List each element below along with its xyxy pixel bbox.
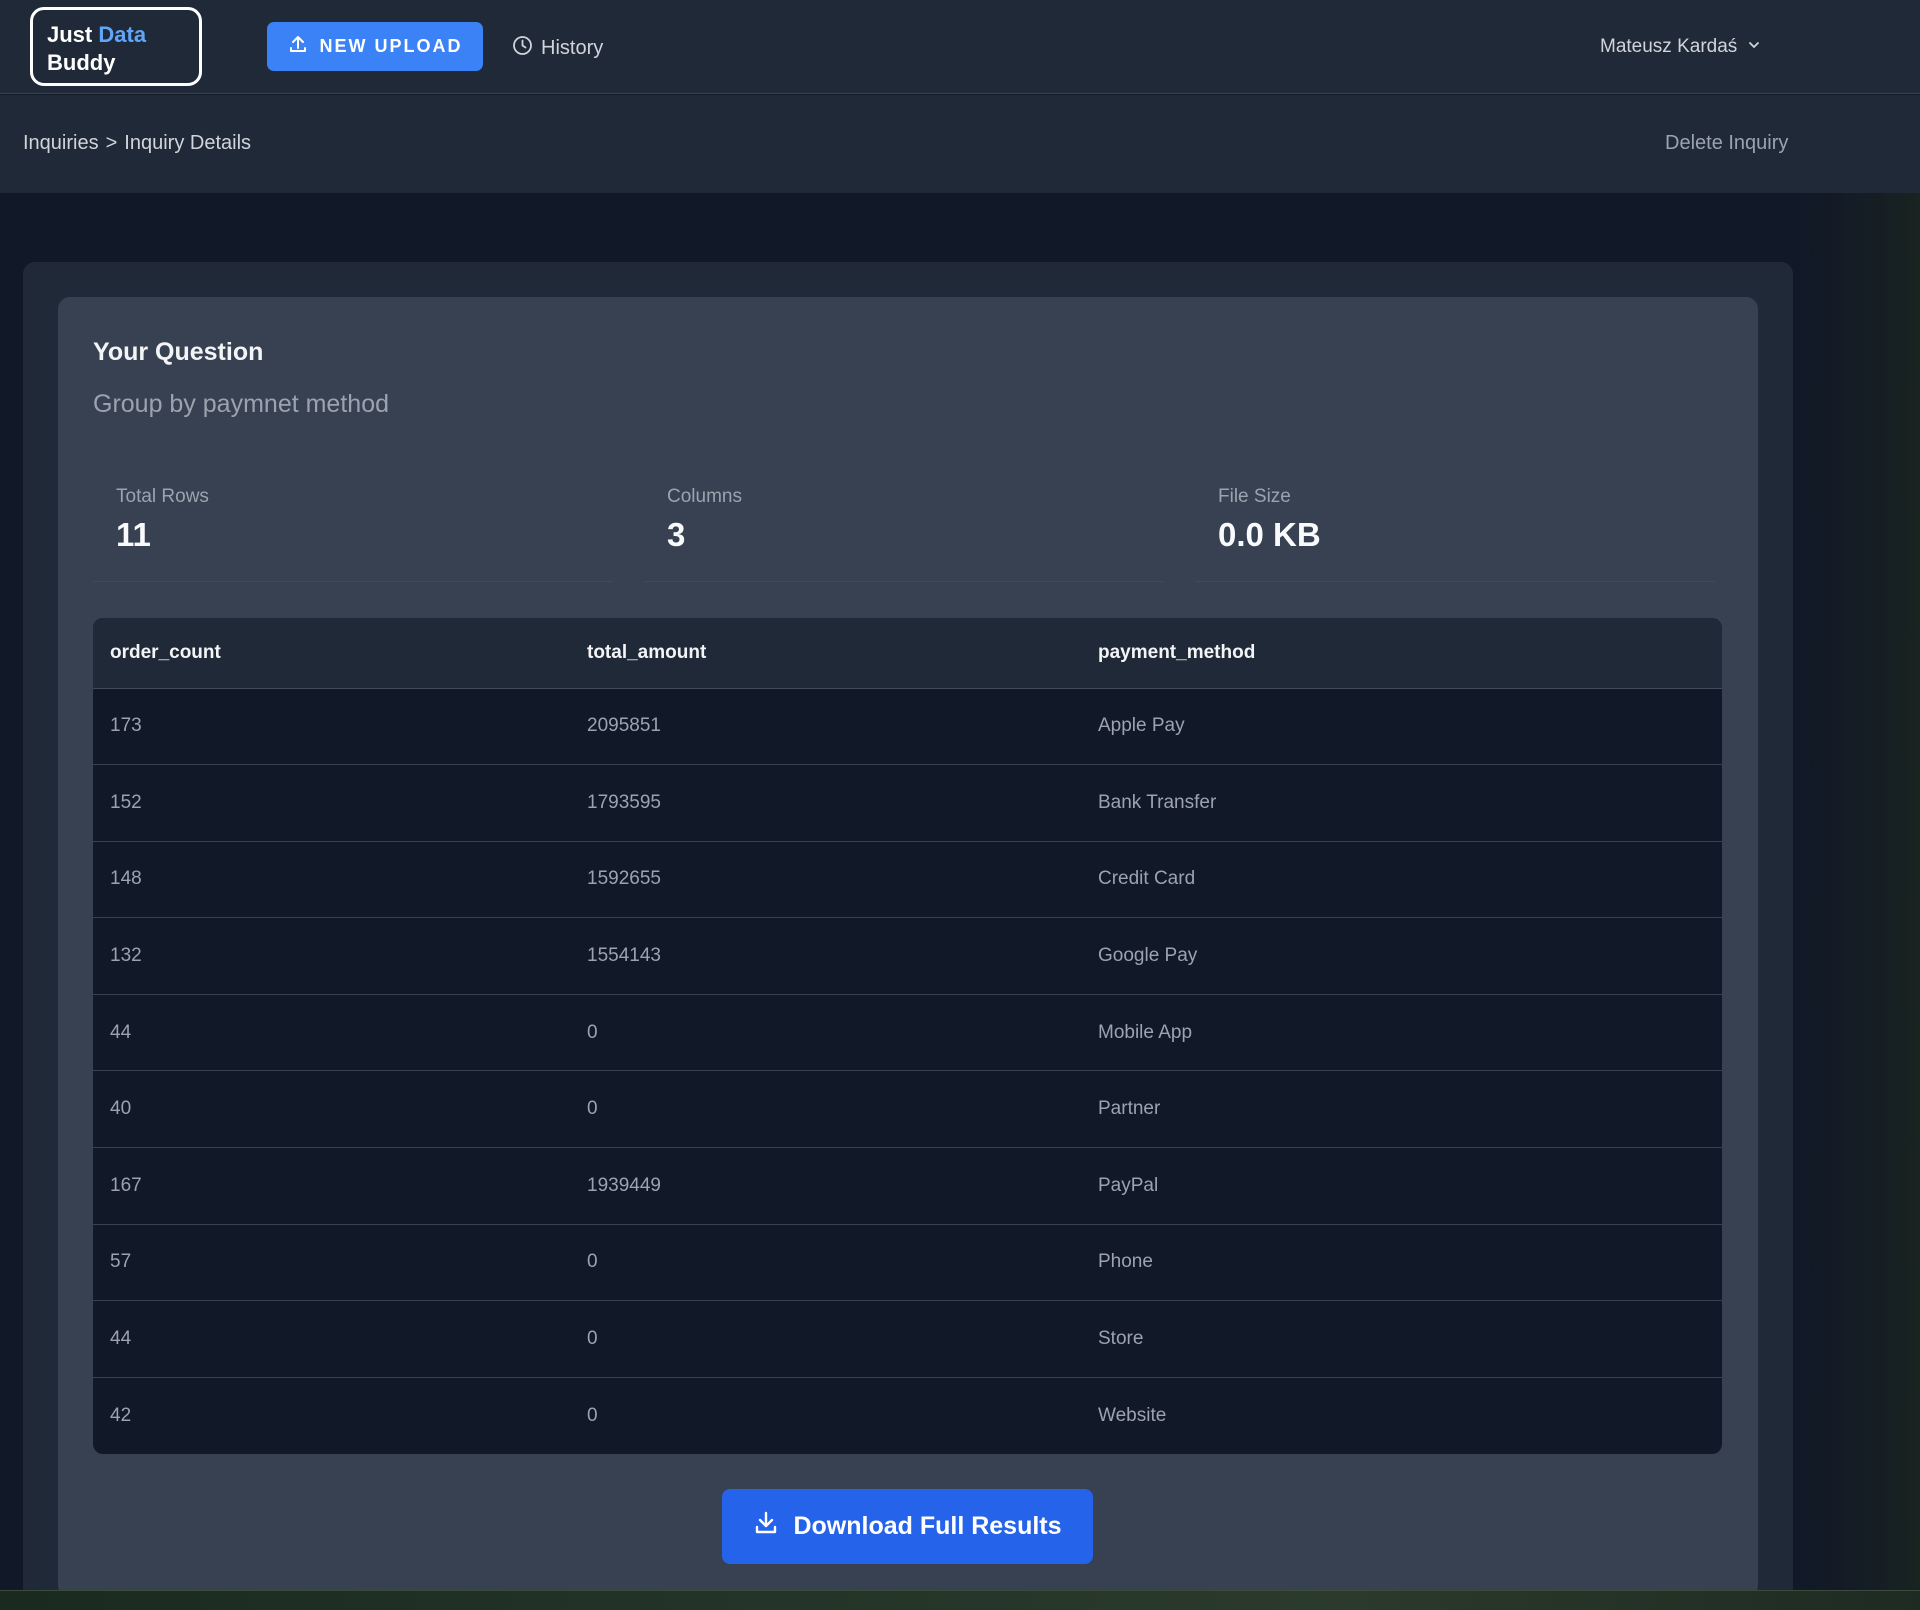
desktop-dock-edge — [0, 1590, 1920, 1610]
cell-total-amount: 1554143 — [587, 945, 661, 967]
breadcrumb-separator: > — [105, 132, 118, 154]
cell-payment-method: Partner — [1098, 1098, 1161, 1120]
cell-order-count: 148 — [110, 868, 142, 890]
table-row: 44 0 Mobile App — [93, 994, 1722, 1071]
stat-label: File Size — [1218, 486, 1291, 507]
download-icon — [753, 1510, 779, 1543]
stat-label: Columns — [667, 486, 742, 507]
table-row: 132 1554143 Google Pay — [93, 918, 1722, 995]
question-heading: Your Question — [93, 338, 264, 366]
cell-payment-method: Website — [1098, 1404, 1167, 1426]
logo-word-buddy: Buddy — [47, 50, 116, 75]
delete-inquiry-button[interactable]: Delete Inquiry — [1665, 132, 1788, 155]
breadcrumb: Inquiries > Inquiry Details — [23, 132, 251, 155]
stat-value: 0.0 KB — [1218, 516, 1321, 553]
cell-payment-method: Apple Pay — [1098, 715, 1185, 737]
cell-payment-method: PayPal — [1098, 1174, 1159, 1196]
cell-payment-method: Credit Card — [1098, 868, 1196, 890]
user-menu[interactable]: Mateusz Kardaś — [1600, 32, 1761, 62]
sub-header: Inquiries > Inquiry Details Delete Inquiry — [0, 95, 1920, 193]
chevron-down-icon — [1747, 36, 1761, 58]
column-header-payment-method[interactable]: payment_method — [1081, 618, 1722, 689]
upload-icon — [288, 34, 308, 59]
cell-total-amount: 2095851 — [587, 715, 661, 737]
new-upload-label: NEW UPLOAD — [319, 36, 463, 56]
breadcrumb-inquiries[interactable]: Inquiries — [23, 132, 99, 154]
table-row: 42 0 Website — [93, 1377, 1722, 1454]
download-full-results-button[interactable]: Download Full Results — [722, 1489, 1093, 1564]
column-header-total-amount[interactable]: total_amount — [570, 618, 1081, 689]
cell-payment-method: Phone — [1098, 1251, 1153, 1273]
cell-order-count: 44 — [110, 1021, 132, 1043]
clock-icon — [512, 35, 533, 62]
cell-total-amount: 1939449 — [587, 1174, 661, 1196]
cell-total-amount: 0 — [587, 1328, 598, 1350]
cell-payment-method: Google Pay — [1098, 945, 1198, 967]
history-link[interactable]: History — [512, 33, 603, 63]
logo-word-data: Data — [98, 22, 147, 47]
cell-total-amount: 1592655 — [587, 868, 661, 890]
column-header-order-count[interactable]: order_count — [93, 618, 570, 689]
cell-order-count: 167 — [110, 1174, 142, 1196]
cell-order-count: 132 — [110, 945, 142, 967]
table-header-row: order_count total_amount payment_method — [93, 618, 1722, 689]
table-row: 167 1939449 PayPal — [93, 1148, 1722, 1225]
cell-payment-method: Store — [1098, 1328, 1144, 1350]
stat-value: 11 — [116, 516, 151, 553]
cell-total-amount: 0 — [587, 1021, 598, 1043]
cell-order-count: 44 — [110, 1328, 132, 1350]
table-row: 148 1592655 Credit Card — [93, 841, 1722, 918]
table-row: 173 2095851 Apple Pay — [93, 688, 1722, 765]
user-name: Mateusz Kardaś — [1600, 36, 1738, 57]
app-logo[interactable]: Just Data Buddy — [30, 7, 202, 86]
background-edge — [1793, 193, 1920, 1593]
cell-payment-method: Mobile App — [1098, 1021, 1193, 1043]
results-table: order_count total_amount payment_method … — [93, 618, 1722, 1454]
cell-order-count: 173 — [110, 715, 142, 737]
table-row: 57 0 Phone — [93, 1224, 1722, 1301]
cell-order-count: 42 — [110, 1404, 132, 1426]
table-row: 40 0 Partner — [93, 1071, 1722, 1148]
cell-order-count: 152 — [110, 791, 142, 813]
cell-total-amount: 1793595 — [587, 791, 661, 813]
stat-file-size: File Size 0.0 KB — [1195, 472, 1715, 582]
cell-total-amount: 0 — [587, 1251, 598, 1273]
question-text: Group by paymnet method — [93, 390, 389, 418]
new-upload-button[interactable]: NEW UPLOAD — [267, 22, 483, 71]
top-navbar: Just Data Buddy NEW UPLOAD History Mateu… — [0, 0, 1920, 94]
history-label: History — [541, 36, 604, 59]
cell-order-count: 40 — [110, 1098, 132, 1120]
cell-payment-method: Bank Transfer — [1098, 791, 1217, 813]
stat-label: Total Rows — [116, 486, 209, 507]
table-row: 152 1793595 Bank Transfer — [93, 765, 1722, 842]
stat-total-rows: Total Rows 11 — [93, 472, 613, 582]
stat-columns: Columns 3 — [644, 472, 1164, 582]
table-row: 44 0 Store — [93, 1301, 1722, 1378]
cell-total-amount: 0 — [587, 1098, 598, 1120]
logo-word-just: Just — [47, 22, 93, 47]
download-label: Download Full Results — [793, 1512, 1062, 1540]
cell-total-amount: 0 — [587, 1404, 598, 1426]
cell-order-count: 57 — [110, 1251, 132, 1273]
stat-value: 3 — [667, 516, 686, 553]
breadcrumb-current: Inquiry Details — [124, 132, 252, 154]
